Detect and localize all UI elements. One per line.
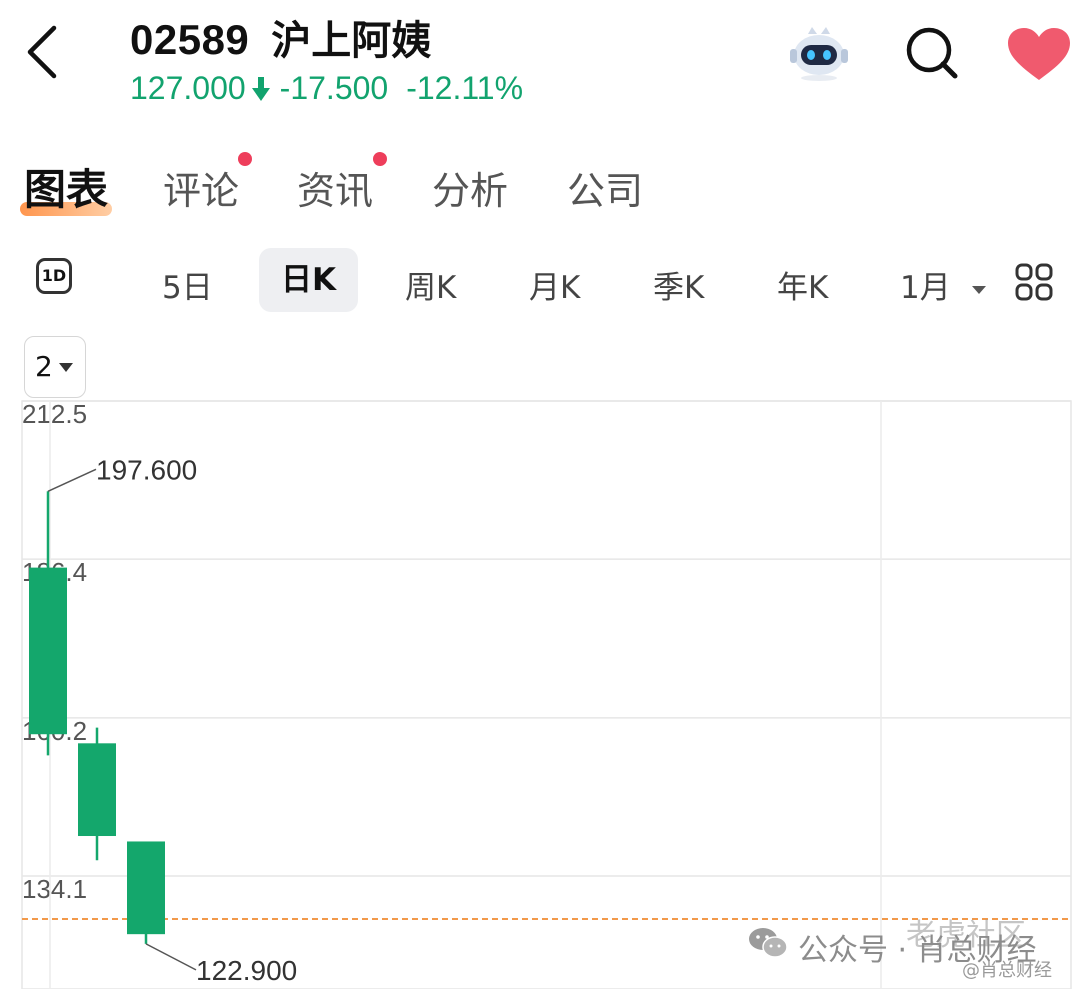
heart-icon[interactable] [1006, 26, 1072, 82]
tab-analysis[interactable]: 分析 [432, 160, 508, 215]
grid-layout-icon[interactable] [1014, 262, 1054, 302]
candlestick-chart[interactable]: 212.5186.4160.2134.1197.600122.900 [0, 398, 1080, 989]
y-tick-label: 212.5 [22, 399, 87, 429]
high-annotation-label: 197.600 [96, 454, 197, 485]
back-icon [27, 25, 57, 79]
news-new-dot [373, 152, 387, 166]
search-icon[interactable] [903, 24, 961, 82]
comments-new-dot [238, 152, 252, 166]
robot-assistant-icon[interactable] [786, 25, 852, 83]
quote-line: 127.000 -17.500 -12.11% [130, 70, 523, 107]
chevron-down-icon [971, 285, 986, 294]
tab-news[interactable]: 资讯 [297, 160, 373, 215]
period-monthly-k[interactable]: 月K [529, 262, 580, 307]
low-annotation-label: 122.900 [196, 955, 297, 986]
period-selector: 5日 日K 周K 月K 季K 年K 1月 [0, 248, 1080, 312]
low-annotation-leader [145, 943, 197, 971]
period-yearly-k[interactable]: 年K [777, 262, 828, 307]
candle-body [127, 841, 165, 935]
period-quarterly-k[interactable]: 季K [653, 262, 704, 307]
arrow-down-icon [251, 76, 270, 101]
tab-comments[interactable]: 评论 [163, 160, 239, 215]
period-range-dropdown[interactable]: 1月 [900, 262, 987, 307]
stock-header: 02589 沪上阿姨 127.000 -17.500 -12.11% [130, 8, 523, 107]
indicator-count-dropdown[interactable]: 2 [24, 336, 86, 398]
indicator-count-value: 2 [35, 350, 53, 383]
period-daily-k[interactable]: 日K [259, 248, 359, 312]
current-price: 127.000 [130, 70, 246, 106]
chart-frame [21, 400, 1072, 989]
chart-canvas: 212.5186.4160.2134.1197.600122.900 [21, 399, 1072, 989]
price-change: -17.500 [279, 70, 389, 106]
price-change-percent: -12.11% [406, 70, 524, 106]
candle-body [29, 567, 67, 735]
y-tick-label: 134.1 [22, 874, 87, 904]
high-annotation-leader [47, 468, 97, 492]
tab-chart[interactable]: 图表 [24, 156, 108, 217]
period-5-day[interactable]: 5日 [162, 262, 213, 307]
stock-code: 02589 [130, 16, 250, 63]
tab-company[interactable]: 公司 [567, 160, 643, 215]
candle-body [78, 743, 116, 837]
period-range-label: 1月 [900, 270, 951, 306]
back-button[interactable] [18, 22, 68, 82]
caret-down-icon [59, 363, 73, 372]
stock-name: 沪上阿姨 [271, 18, 432, 64]
period-weekly-k[interactable]: 周K [405, 262, 456, 307]
section-tabs: 图表 评论 资讯 分析 公司 [0, 150, 1080, 220]
